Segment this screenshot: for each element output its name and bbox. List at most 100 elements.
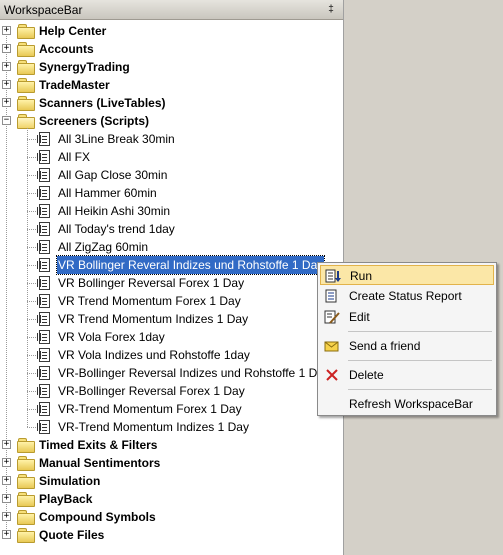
script-icon: [37, 240, 50, 254]
script-label: VR Vola Forex 1day: [58, 330, 165, 344]
menu-item-delete[interactable]: Delete: [320, 365, 494, 385]
expand-icon[interactable]: +: [2, 26, 11, 35]
script-item[interactable]: All Heikin Ashi 30min: [0, 202, 343, 220]
tree-group-row[interactable]: + Simulation: [0, 472, 340, 490]
script-label: VR Vola Indizes und Rohstoffe 1day: [58, 348, 250, 362]
script-icon: [37, 222, 50, 236]
delete-x-icon: [324, 368, 340, 382]
script-item[interactable]: VR Vola Forex 1day: [0, 328, 343, 346]
script-icon: [37, 258, 50, 272]
tree-connector: [27, 139, 36, 140]
script-item[interactable]: VR-Bollinger Reversal Forex 1 Day: [0, 382, 343, 400]
script-label: All Today's trend 1day: [58, 222, 175, 236]
tree-group-label: Scanners (LiveTables): [39, 96, 166, 110]
script-icon: [37, 420, 50, 434]
menu-item-refresh-workspacebar[interactable]: Refresh WorkspaceBar: [320, 394, 494, 414]
script-item[interactable]: VR Vola Indizes und Rohstoffe 1day: [0, 346, 343, 364]
tree-connector: [27, 229, 36, 230]
script-label: VR Trend Momentum Indizes 1 Day: [58, 312, 249, 326]
menu-item-run[interactable]: Run: [320, 265, 494, 285]
script-label: All ZigZag 60min: [58, 240, 149, 254]
menu-edit-label: Edit: [349, 310, 370, 324]
folder-icon: [17, 456, 35, 471]
folder-icon: [17, 96, 35, 111]
edit-icon: [324, 310, 340, 324]
panel-title: WorkspaceBar: [4, 3, 83, 17]
script-icon: [37, 330, 50, 344]
script-item[interactable]: All FX: [0, 148, 343, 166]
tree-group-row[interactable]: − Screeners (Scripts): [0, 112, 340, 130]
tree-group-label: Screeners (Scripts): [39, 114, 150, 128]
script-item[interactable]: All ZigZag 60min: [0, 238, 343, 256]
folder-icon: [17, 438, 35, 453]
expand-icon[interactable]: +: [2, 440, 11, 449]
script-icon: [37, 150, 50, 164]
script-icon: [37, 276, 50, 290]
script-item[interactable]: All Hammer 60min: [0, 184, 343, 202]
tree-group-row[interactable]: + Timed Exits & Filters: [0, 436, 340, 454]
collapse-icon[interactable]: −: [2, 116, 11, 125]
menu-item-create-status-report[interactable]: Create Status Report: [320, 286, 494, 306]
script-item[interactable]: VR Trend Momentum Forex 1 Day: [0, 292, 343, 310]
tree-group-row[interactable]: + Help Center: [0, 22, 340, 40]
menu-create-status-report-label: Create Status Report: [349, 289, 462, 303]
script-label: VR-Bollinger Reversal Forex 1 Day: [58, 384, 245, 398]
pin-icon[interactable]: ‡: [325, 4, 337, 16]
menu-send-a-friend-label: Send a friend: [349, 339, 421, 353]
tree-group-row[interactable]: + Quote Files: [0, 526, 340, 544]
script-item[interactable]: VR-Trend Momentum Indizes 1 Day: [0, 418, 343, 436]
script-icon: [37, 348, 50, 362]
tree-connector: [27, 355, 36, 356]
tree-connector: [27, 211, 36, 212]
script-label: All Gap Close 30min: [58, 168, 168, 182]
tree-group-label: Accounts: [39, 42, 94, 56]
folder-icon: [17, 24, 35, 39]
expand-icon[interactable]: +: [2, 458, 11, 467]
script-item[interactable]: VR Bollinger Reveral Indizes und Rohstof…: [0, 255, 343, 275]
script-item[interactable]: VR-Bollinger Reversal Indizes und Rohsto…: [0, 364, 343, 382]
tree-group-row[interactable]: + SynergyTrading: [0, 58, 340, 76]
tree-group-row[interactable]: + PlayBack: [0, 490, 340, 508]
tree-group-row[interactable]: + Accounts: [0, 40, 340, 58]
menu-item-edit[interactable]: Edit: [320, 307, 494, 327]
script-label: All Heikin Ashi 30min: [58, 204, 171, 218]
tree-connector: [27, 319, 36, 320]
report-icon: [324, 289, 340, 303]
script-icon: [37, 312, 50, 326]
tree-group-row[interactable]: + Compound Symbols: [0, 508, 340, 526]
expand-icon[interactable]: +: [2, 494, 11, 503]
tree-group-label: TradeMaster: [39, 78, 110, 92]
tree-group-row[interactable]: + Scanners (LiveTables): [0, 94, 340, 112]
tree-group-row[interactable]: + TradeMaster: [0, 76, 340, 94]
expand-icon[interactable]: +: [2, 530, 11, 539]
expand-icon[interactable]: +: [2, 512, 11, 521]
tree-group-label: Manual Sentimentors: [39, 456, 161, 470]
expand-icon[interactable]: +: [2, 476, 11, 485]
expand-icon[interactable]: +: [2, 62, 11, 71]
script-item[interactable]: VR Trend Momentum Indizes 1 Day: [0, 310, 343, 328]
tree-group-label: Simulation: [39, 474, 101, 488]
tree-connector: [27, 193, 36, 194]
script-label: VR-Trend Momentum Indizes 1 Day: [58, 420, 249, 434]
folder-icon: [17, 492, 35, 507]
tree-connector: [27, 265, 36, 266]
envelope-icon: [324, 339, 340, 353]
tree-connector: [27, 283, 36, 284]
script-label: VR Bollinger Reveral Indizes und Rohstof…: [55, 255, 326, 275]
tree-group-row[interactable]: + Manual Sentimentors: [0, 454, 340, 472]
expand-icon[interactable]: +: [2, 44, 11, 53]
menu-item-send-a-friend[interactable]: Send a friend: [320, 336, 494, 356]
script-item[interactable]: All Today's trend 1day: [0, 220, 343, 238]
script-item[interactable]: VR-Trend Momentum Forex 1 Day: [0, 400, 343, 418]
expand-icon[interactable]: +: [2, 80, 11, 89]
folder-icon: [17, 510, 35, 525]
tree-connector: [27, 391, 36, 392]
script-label: VR Trend Momentum Forex 1 Day: [58, 294, 241, 308]
script-item[interactable]: VR Bollinger Reversal Forex 1 Day: [0, 274, 343, 292]
script-item[interactable]: All Gap Close 30min: [0, 166, 343, 184]
script-icon: [37, 384, 50, 398]
run-icon: [325, 269, 341, 283]
script-label: VR Bollinger Reversal Forex 1 Day: [58, 276, 245, 290]
script-item[interactable]: All 3Line Break 30min: [0, 130, 343, 148]
expand-icon[interactable]: +: [2, 98, 11, 107]
